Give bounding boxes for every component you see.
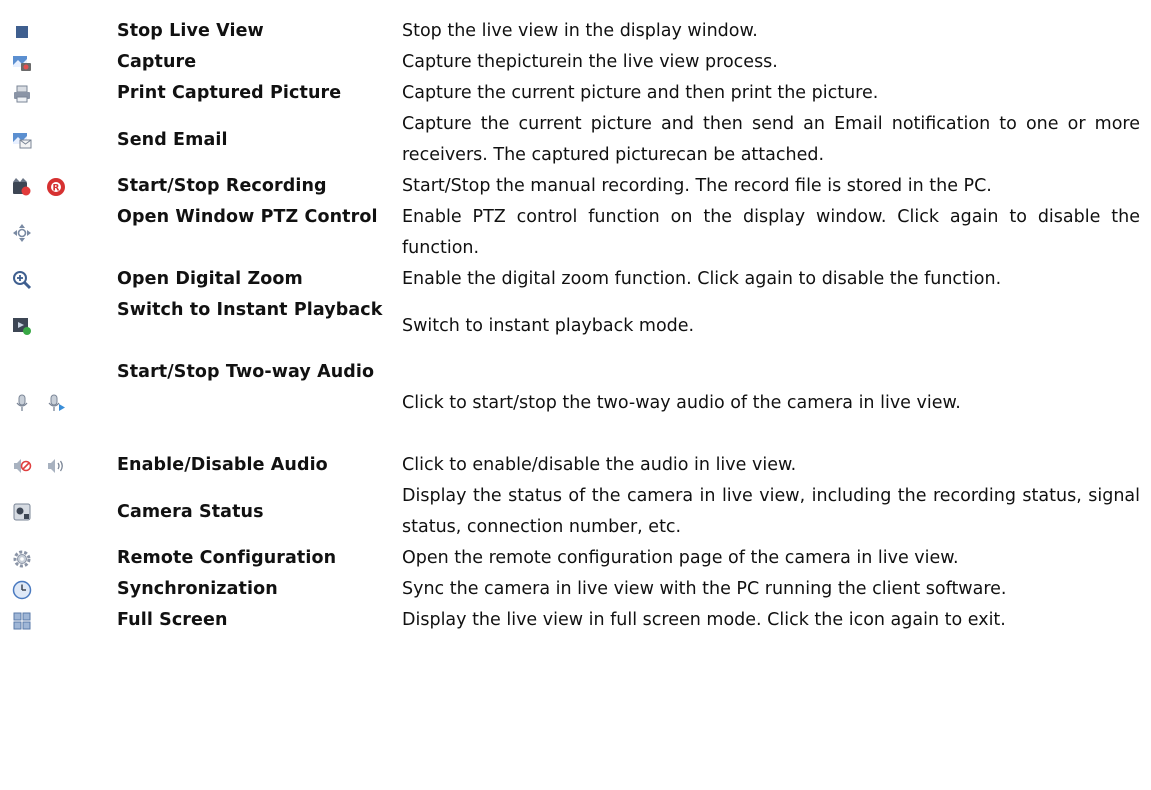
table-row: Print Captured Picture Capture the curre… xyxy=(0,78,1151,109)
row-name: Start/Stop Recording xyxy=(117,176,327,196)
row-name: Switch to Instant Playback xyxy=(117,300,383,320)
row-description: Stop the live view in the display window… xyxy=(402,21,758,41)
row-name: Send Email xyxy=(117,130,228,150)
row-description: Enable PTZ control function on the displ… xyxy=(402,207,1140,258)
table-row: Send Email Capture the current picture a… xyxy=(0,109,1151,171)
table-row: Stop Live View Stop the live view in the… xyxy=(0,16,1151,47)
row-description: Enable the digital zoom function. Click … xyxy=(402,269,1002,289)
clock-icon xyxy=(12,580,32,600)
row-description: Sync the camera in live view with the PC… xyxy=(402,579,1007,599)
table-row: Camera Status Display the status of the … xyxy=(0,481,1151,543)
speaker-muted-icon xyxy=(12,456,32,476)
row-description: Switch to instant playback mode. xyxy=(402,316,695,336)
row-name: Open Window PTZ Control xyxy=(117,207,378,227)
table-row: Open Digital Zoom Enable the digital zoo… xyxy=(0,264,1151,295)
row-description: Capture the current picture and then sen… xyxy=(402,114,1140,165)
row-description: Open the remote configuration page of th… xyxy=(402,548,959,568)
ptz-icon xyxy=(12,223,32,243)
table-row: Remote Configuration Open the remote con… xyxy=(0,543,1151,574)
gear-icon xyxy=(12,549,32,569)
table-row: Open Window PTZ Control Enable PTZ contr… xyxy=(0,202,1151,264)
row-description: Capture the current picture and then pri… xyxy=(402,83,879,103)
printer-icon xyxy=(12,84,32,104)
row-name: Full Screen xyxy=(117,610,228,630)
fullscreen-icon xyxy=(12,611,32,631)
speaker-icon xyxy=(46,456,66,476)
row-name: Capture xyxy=(117,52,197,72)
table-row: R Start/Stop Recording Start/Stop the ma… xyxy=(0,171,1151,202)
capture-icon xyxy=(12,53,32,73)
table-row: Full Screen Display the live view in ful… xyxy=(0,605,1151,636)
row-name: Stop Live View xyxy=(117,21,264,41)
row-name: Start/Stop Two-way Audio xyxy=(117,362,375,382)
microphone-active-icon xyxy=(46,393,66,413)
zoom-icon xyxy=(12,270,32,290)
stop-icon xyxy=(12,22,32,42)
row-description: Click to enable/disable the audio in liv… xyxy=(402,455,797,475)
row-description: Display the status of the camera in live… xyxy=(402,486,1140,537)
row-name: Enable/Disable Audio xyxy=(117,455,328,475)
record-stop-icon: R xyxy=(46,177,66,197)
table-row: Start/Stop Two-way Audio Click to start/… xyxy=(0,357,1151,450)
table-row: Switch to Instant Playback Switch to ins… xyxy=(0,295,1151,357)
microphone-icon xyxy=(12,393,32,413)
row-name: Open Digital Zoom xyxy=(117,269,303,289)
row-description: Display the live view in full screen mod… xyxy=(402,610,1006,630)
svg-text:R: R xyxy=(53,184,60,194)
table-row: Capture Capture thepicturein the live vi… xyxy=(0,47,1151,78)
row-name: Print Captured Picture xyxy=(117,83,342,103)
table-row: Synchronization Sync the camera in live … xyxy=(0,574,1151,605)
camera-status-icon xyxy=(12,502,32,522)
record-start-icon xyxy=(12,177,32,197)
row-name: Remote Configuration xyxy=(117,548,337,568)
row-name: Camera Status xyxy=(117,502,264,522)
row-name: Synchronization xyxy=(117,579,278,599)
row-description: Start/Stop the manual recording. The rec… xyxy=(402,176,992,196)
row-description: Click to start/stop the two-way audio of… xyxy=(402,393,961,413)
row-description: Capture thepicturein the live view proce… xyxy=(402,52,778,72)
email-icon xyxy=(12,130,32,150)
table-row: Enable/Disable Audio Click to enable/dis… xyxy=(0,450,1151,481)
instant-playback-icon xyxy=(12,316,32,336)
